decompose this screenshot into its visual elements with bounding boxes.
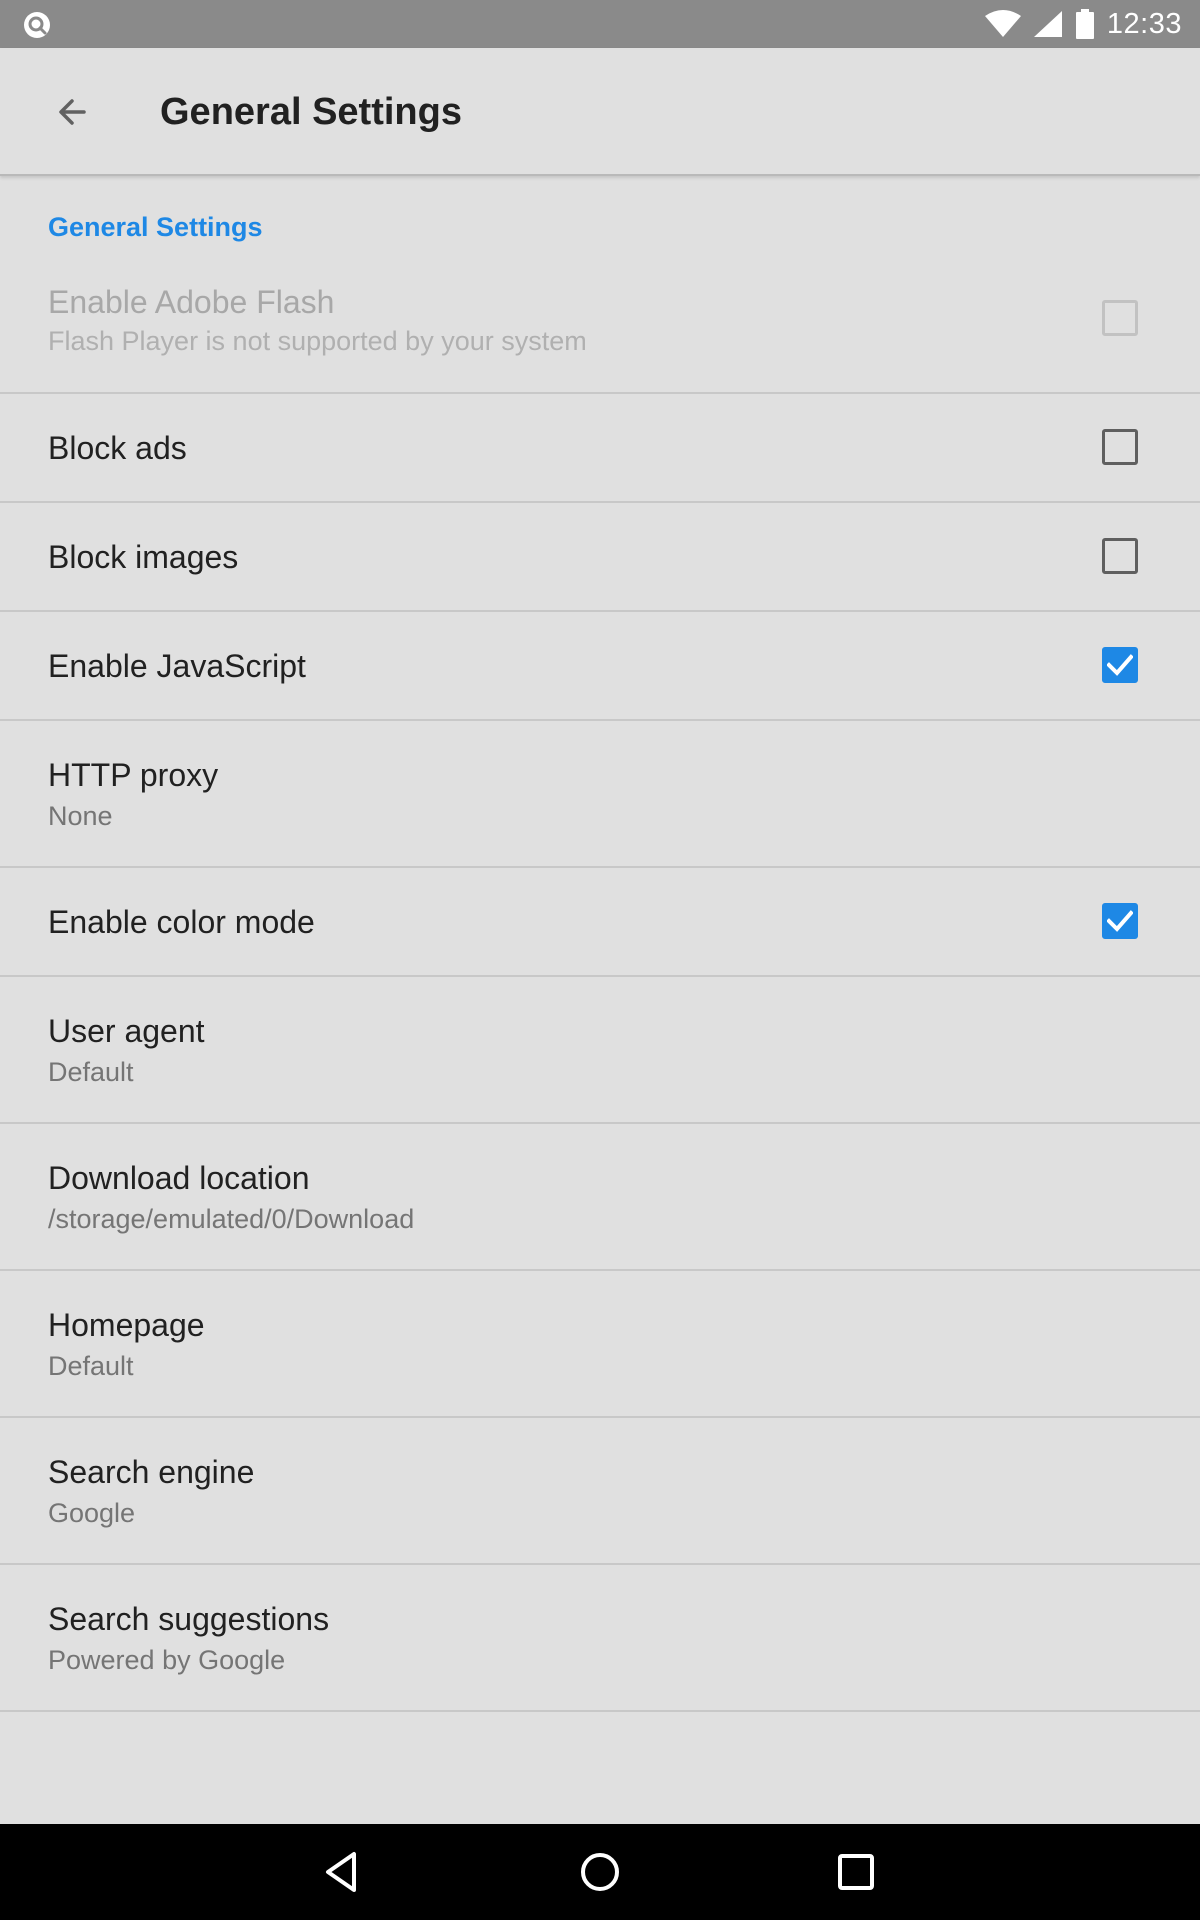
nav-recents-square-icon[interactable] [830,1846,882,1898]
pref-http-proxy[interactable]: HTTP proxy None [0,721,1200,868]
navigation-bar [0,1824,1200,1920]
page-title: General Settings [160,91,462,133]
pref-block-ads[interactable]: Block ads [0,394,1200,503]
pref-homepage[interactable]: Homepage Default [0,1271,1200,1418]
clock: 12:33 [1106,7,1182,40]
block-ads-checkbox[interactable] [1102,429,1138,465]
pref-title: User agent [48,1012,205,1049]
pref-enable-color-mode[interactable]: Enable color mode [0,868,1200,977]
pref-title: Search suggestions [48,1600,330,1637]
javascript-checkbox[interactable] [1102,647,1138,683]
pref-title: Homepage [48,1306,205,1343]
section-header: General Settings [48,212,263,242]
nav-back-triangle-icon[interactable] [318,1846,370,1898]
pref-user-agent[interactable]: User agent Default [0,977,1200,1124]
pref-title: Download location [48,1159,310,1196]
pref-title: Block ads [48,429,187,466]
settings-list: General Settings Enable Adobe Flash Flas… [0,178,1200,1712]
block-images-checkbox[interactable] [1102,538,1138,574]
screen: 12:33 General Settings General Settings … [0,0,1200,1920]
pref-enable-adobe-flash: Enable Adobe Flash Flash Player is not s… [0,278,1200,394]
cellular-signal-icon [1033,11,1062,37]
wifi-icon [984,10,1021,37]
pref-summary: Default [48,1350,134,1381]
pref-summary: Powered by Google [48,1644,286,1675]
search-notification-icon [24,12,50,38]
pref-block-images[interactable]: Block images [0,503,1200,612]
pref-summary: None [48,800,113,831]
pref-title: Search engine [48,1453,255,1490]
arrow-back-icon[interactable] [48,88,96,136]
flash-checkbox [1102,300,1138,336]
pref-search-suggestions[interactable]: Search suggestions Powered by Google [0,1565,1200,1712]
pref-summary: Google [48,1497,136,1528]
checkmark-icon [1107,654,1133,676]
nav-home-circle-icon[interactable] [574,1846,626,1898]
app-bar: General Settings [0,48,1200,176]
pref-title: Block images [48,538,239,575]
pref-title: Enable color mode [48,903,315,940]
pref-summary: /storage/emulated/0/Download [48,1203,415,1234]
pref-title: Enable JavaScript [48,647,306,684]
pref-title: Enable Adobe Flash [48,284,335,320]
checkmark-icon [1107,910,1133,932]
status-icons: 12:33 [984,0,1182,48]
color-mode-checkbox[interactable] [1102,903,1138,939]
pref-summary: Flash Player is not supported by your sy… [48,326,587,356]
pref-enable-javascript[interactable]: Enable JavaScript [0,612,1200,721]
pref-summary: Default [48,1056,134,1087]
battery-icon [1075,9,1094,39]
pref-title: HTTP proxy [48,756,219,793]
pref-download-location[interactable]: Download location /storage/emulated/0/Do… [0,1124,1200,1271]
pref-search-engine[interactable]: Search engine Google [0,1418,1200,1565]
status-bar: 12:33 [0,0,1200,48]
